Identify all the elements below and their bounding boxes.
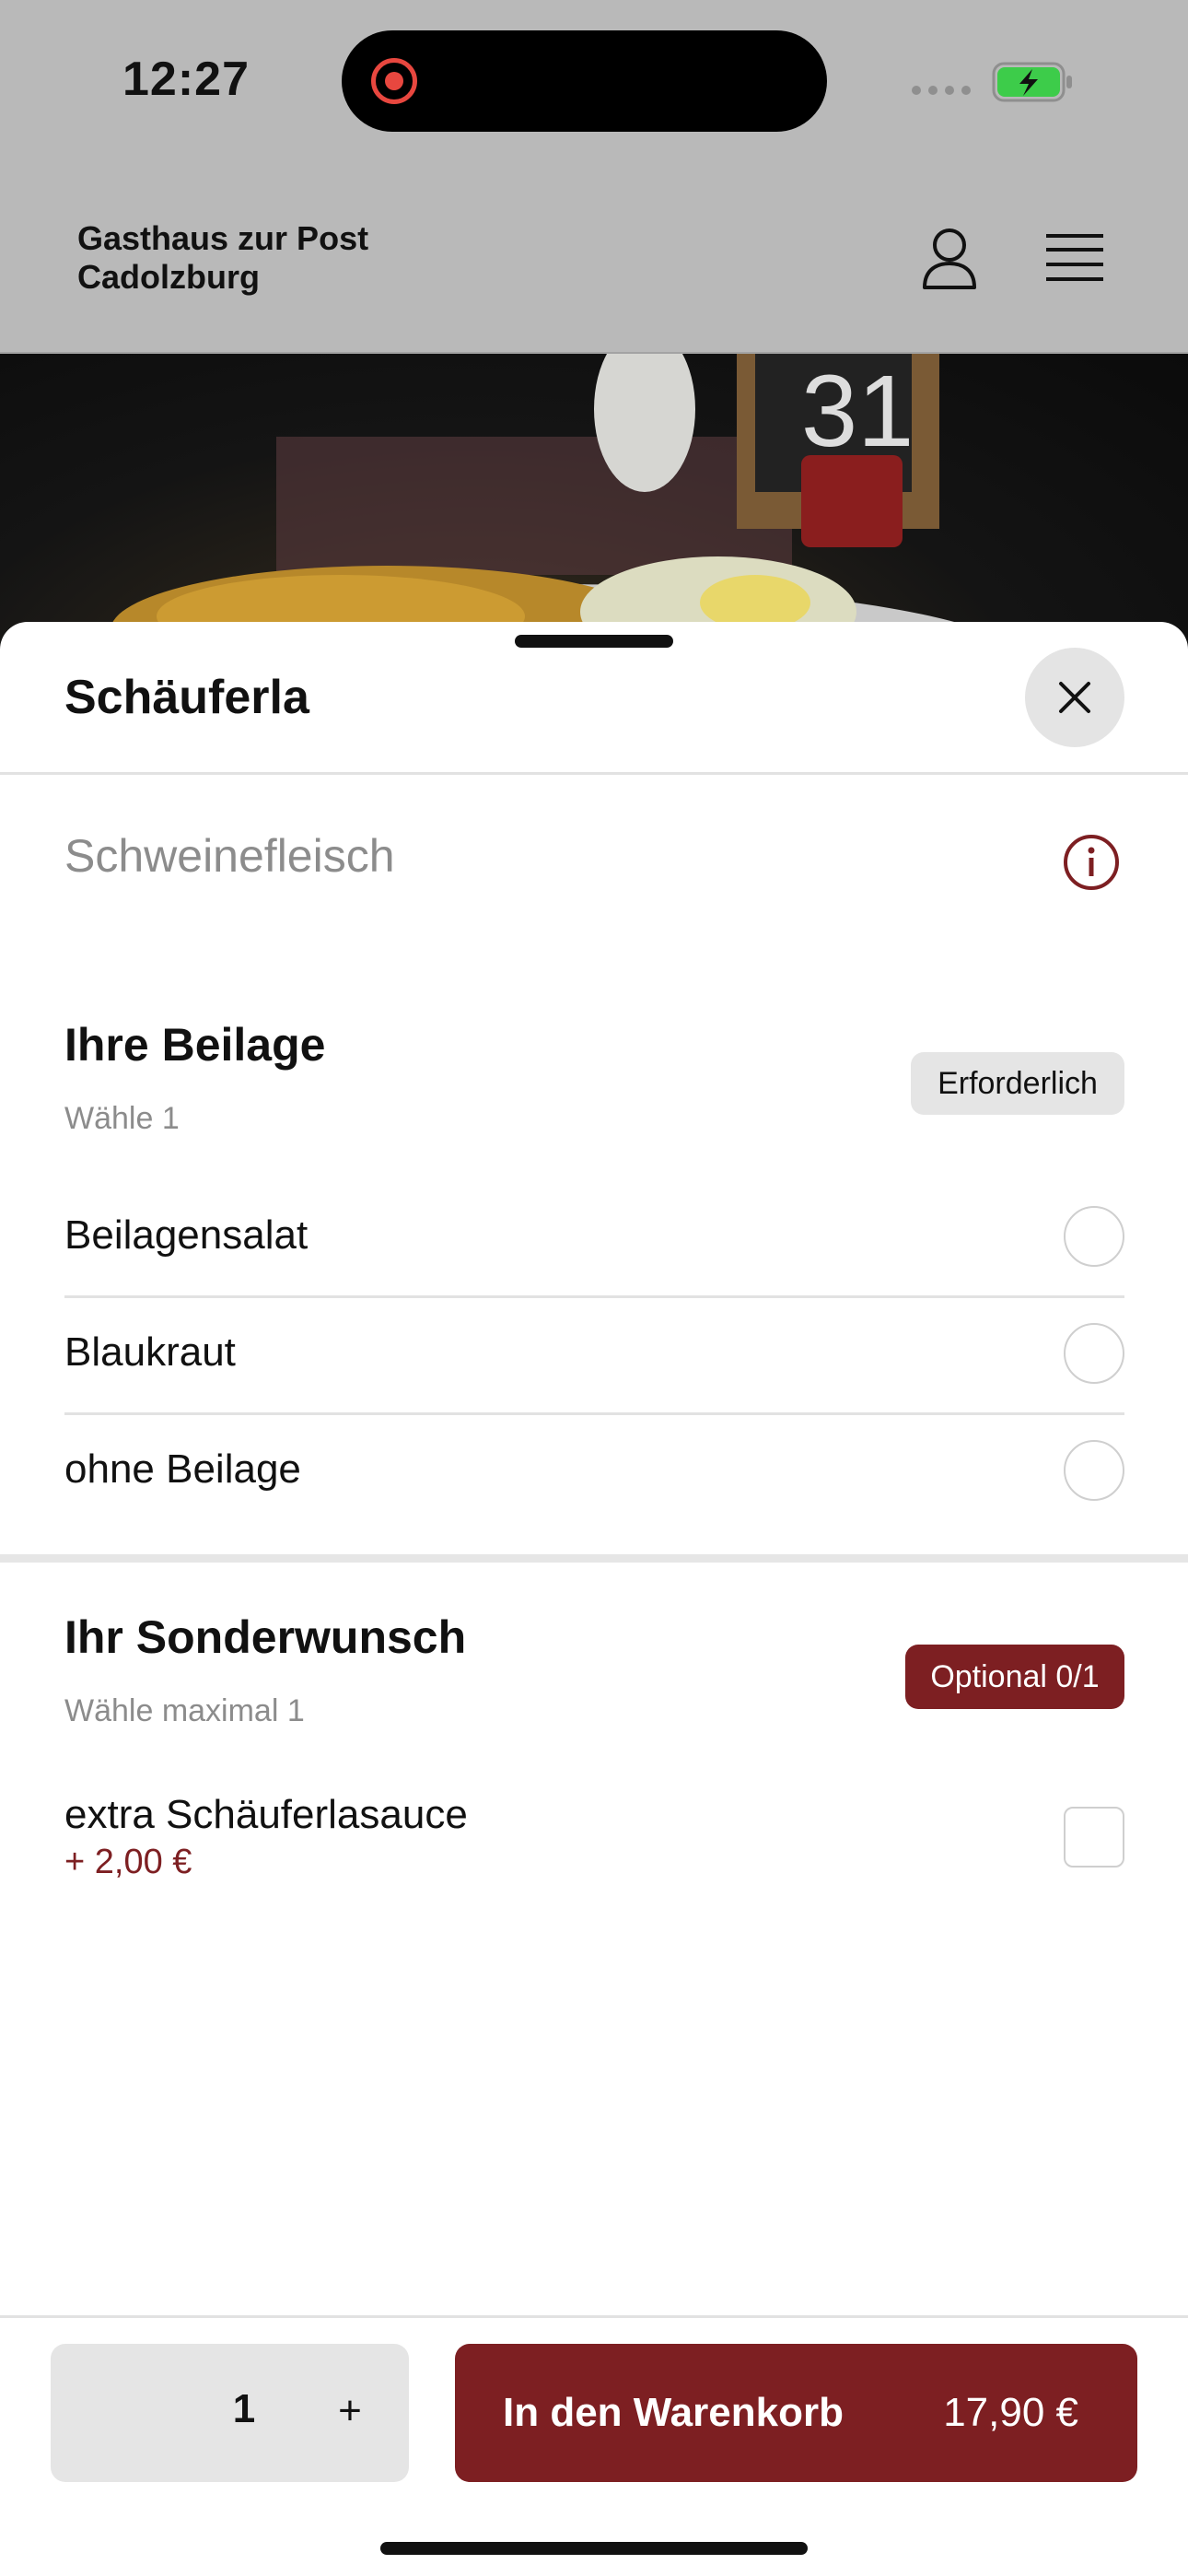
add-to-cart-label: In den Warenkorb: [503, 2390, 844, 2435]
product-sheet: Schäuferla Schweinefleisch Ihre Beilage …: [0, 622, 1188, 2576]
option-radio[interactable]: [1064, 1206, 1124, 1267]
status-bar: 12:27: [0, 0, 1188, 175]
section-divider: [0, 1554, 1188, 1563]
quantity-plus-button[interactable]: +: [318, 2379, 382, 2443]
optional-badge: Optional 0/1: [905, 1645, 1124, 1709]
option-price: + 2,00 €: [64, 1843, 192, 1881]
footer-divider: [0, 2315, 1188, 2318]
required-badge: Erforderlich: [911, 1052, 1124, 1115]
user-icon[interactable]: [921, 227, 978, 291]
quantity-value: 1: [232, 2386, 256, 2431]
product-description: Schweinefleisch: [64, 830, 395, 882]
home-indicator: [380, 2542, 808, 2555]
hero-image: 31: [0, 354, 1188, 649]
option-label: extra Schäuferlasauce: [64, 1792, 468, 1837]
status-time: 12:27: [122, 53, 250, 106]
option-radio[interactable]: [1064, 1440, 1124, 1501]
sheet-header-divider: [0, 772, 1188, 775]
app-header: Gasthaus zur Post Cadolzburg: [0, 175, 1188, 354]
hero-photo: 31: [86, 354, 1019, 649]
option-radio[interactable]: [1064, 1323, 1124, 1384]
group-title-sonderwunsch: Ihr Sonderwunsch: [64, 1611, 467, 1663]
add-to-cart-button[interactable]: In den Warenkorb 17,90 €: [455, 2344, 1137, 2482]
option-row-blaukraut[interactable]: Blaukraut: [64, 1296, 1124, 1412]
signal-icon: [912, 86, 971, 95]
record-icon: [371, 58, 417, 104]
sheet-grabber[interactable]: [515, 635, 673, 648]
brand-line-1: Gasthaus zur Post: [77, 219, 369, 257]
group-title-beilage: Ihre Beilage: [64, 1019, 326, 1071]
brand-line-2: Cadolzburg: [77, 258, 260, 296]
quantity-stepper: 1 +: [51, 2344, 409, 2482]
option-checkbox[interactable]: [1064, 1807, 1124, 1868]
option-row-beilagensalat[interactable]: Beilagensalat: [64, 1179, 1124, 1295]
group-subtitle-sonderwunsch: Wähle maximal 1: [64, 1693, 305, 1728]
svg-text:31: 31: [801, 355, 914, 468]
group-subtitle-beilage: Wähle 1: [64, 1101, 180, 1136]
option-row-extra-sauce[interactable]: extra Schäuferlasauce + 2,00 €: [64, 1792, 1124, 1893]
close-button[interactable]: [1025, 648, 1124, 747]
menu-icon[interactable]: [1044, 230, 1105, 286]
option-label: ohne Beilage: [64, 1446, 301, 1492]
info-icon[interactable]: [1063, 834, 1120, 891]
option-label: Beilagensalat: [64, 1212, 309, 1258]
battery-icon: [992, 62, 1072, 102]
dynamic-island: [342, 30, 827, 132]
brand-name[interactable]: Gasthaus zur Post Cadolzburg: [77, 219, 368, 297]
option-label: Blaukraut: [64, 1329, 236, 1375]
product-title: Schäuferla: [64, 671, 309, 724]
close-icon: [1059, 682, 1090, 713]
option-row-ohne-beilage[interactable]: ohne Beilage: [64, 1413, 1124, 1529]
add-to-cart-price: 17,90 €: [943, 2390, 1078, 2435]
